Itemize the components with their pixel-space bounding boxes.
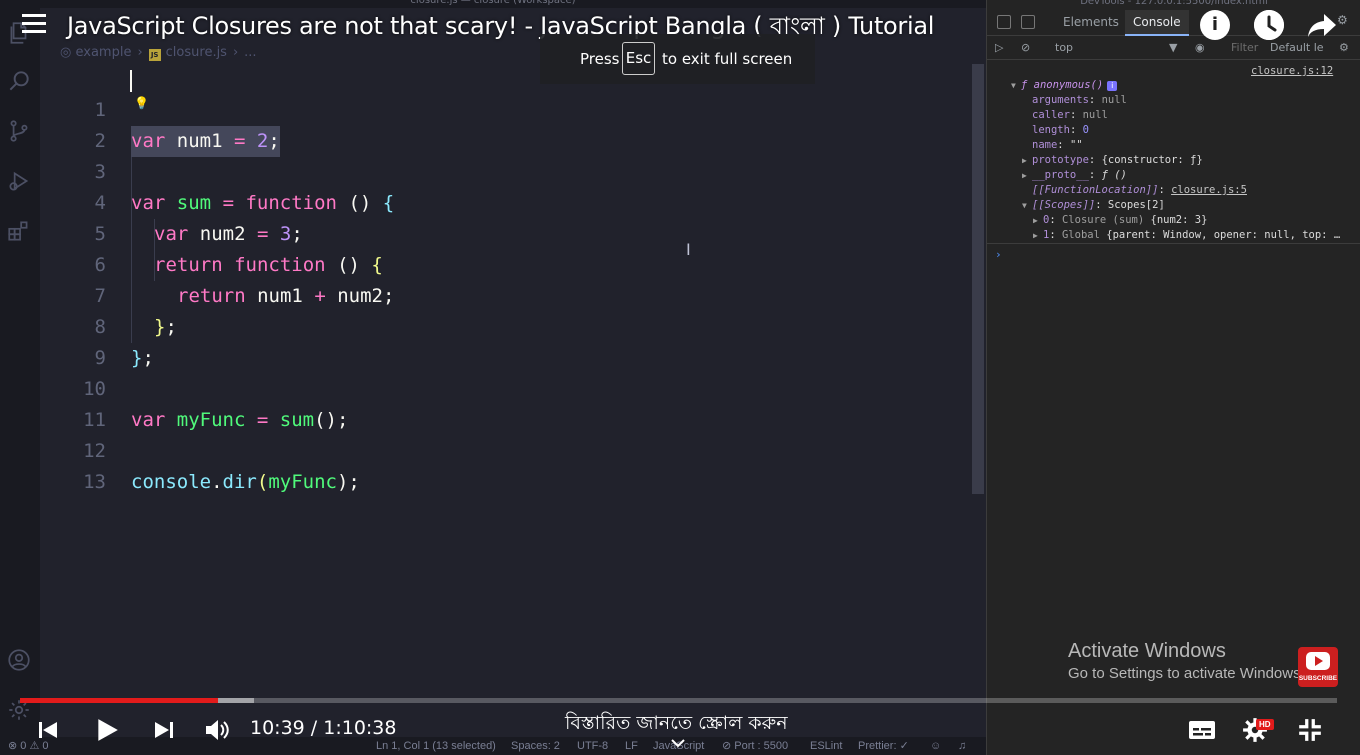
expand-triangle-icon[interactable]: ▼	[1022, 198, 1032, 213]
code-text: console.dir(myFunc);	[131, 471, 360, 493]
progress-bar[interactable]	[20, 698, 1337, 703]
editor-scrollbar[interactable]	[972, 64, 984, 494]
code-line: 2	[40, 95, 970, 152]
time-display: 10:39 / 1:10:38	[250, 717, 397, 739]
code-line: 13	[40, 436, 970, 493]
tree-entry: [[FunctionLocation]]: closure.js:5	[1032, 184, 1247, 196]
code-line: 3 var sum = function () {	[40, 126, 970, 214]
code-line: 9	[40, 312, 970, 369]
esc-key: Esc	[622, 42, 655, 75]
extensions-icon[interactable]	[6, 218, 32, 244]
tree-entry[interactable]: ▶ __proto__: ƒ ()	[1022, 168, 1127, 183]
share-icon[interactable]	[1306, 10, 1338, 40]
source-control-icon[interactable]	[6, 118, 32, 144]
code-line: 10 var myFunc = sum();	[40, 343, 970, 431]
expand-triangle-icon[interactable]: ▼	[1011, 78, 1021, 93]
function-location-link[interactable]: closure.js:5	[1171, 184, 1247, 196]
vscode-window: closure.js — closure (Workspace) ◎ examp…	[0, 0, 986, 755]
run-debug-icon[interactable]	[6, 168, 32, 194]
progress-played	[20, 698, 218, 703]
activity-bar	[0, 0, 40, 755]
lightbulb-icon[interactable]: 💡	[134, 96, 149, 110]
expand-triangle-icon[interactable]: ▶	[1022, 168, 1032, 183]
menu-icon[interactable]	[22, 14, 46, 36]
text-cursor	[130, 70, 132, 92]
info-badge-icon[interactable]: i	[1107, 81, 1118, 91]
activate-windows-watermark: Activate Windows Go to Settings to activ…	[1068, 640, 1305, 682]
tree-entry: length: 0	[1032, 124, 1089, 136]
youtube-logo-icon	[1306, 652, 1330, 670]
tree-root[interactable]: ▼ ƒ anonymous() i	[1011, 78, 1118, 93]
expand-triangle-icon[interactable]: ▶	[1022, 153, 1032, 168]
divider	[987, 243, 1360, 244]
exit-fullscreen-icon[interactable]	[1297, 715, 1323, 745]
subscribe-watermark-button[interactable]: SUBSCRIBE	[1298, 647, 1338, 687]
volume-icon[interactable]	[204, 715, 230, 745]
info-icon[interactable]: i	[1200, 10, 1230, 40]
expand-triangle-icon[interactable]: ▶	[1033, 228, 1043, 243]
fullscreen-toast: Press Esc to exit full screen	[540, 34, 815, 84]
source-link[interactable]: closure.js:12	[1251, 64, 1333, 79]
tree-entry[interactable]: ▶ prototype: {constructor: ƒ}	[1022, 153, 1203, 168]
mouse-ibeam-cursor-icon: I	[686, 240, 691, 259]
code-line: 11	[40, 374, 970, 431]
code-line: 7 };	[40, 250, 970, 338]
search-icon[interactable]	[6, 68, 32, 94]
tree-entry: arguments: null	[1032, 94, 1127, 106]
code-line: 6 return num1 + num2;	[40, 219, 970, 307]
code-editor[interactable]: 1 var num1 = 2; 2 💡 3 var sum = function…	[40, 64, 975, 694]
code-line: 5 return function () {	[40, 188, 970, 276]
console-prompt[interactable]: ›	[995, 248, 1002, 261]
play-icon[interactable]	[94, 715, 120, 745]
toast-text-after: to exit full screen	[662, 50, 793, 68]
watermark-line-1: Activate Windows	[1068, 640, 1226, 662]
tree-entry[interactable]: ▶ 1: Global {parent: Window, opener: null…	[1033, 228, 1340, 243]
code-line: 12 console.dir(myFunc);	[40, 405, 970, 493]
js-file-icon: JS	[148, 49, 161, 61]
previous-icon[interactable]	[36, 715, 60, 745]
account-icon[interactable]	[6, 647, 32, 673]
expand-triangle-icon[interactable]: ▶	[1033, 213, 1043, 228]
tree-entry: name: ""	[1032, 139, 1083, 151]
chevron-down-icon[interactable]	[671, 733, 685, 748]
next-icon[interactable]	[152, 715, 176, 745]
clock-icon[interactable]	[1254, 10, 1284, 40]
subscribe-label: SUBSCRIBE	[1298, 675, 1338, 682]
tree-entry[interactable]: ▶ 0: Closure (sum) {num2: 3}	[1033, 213, 1207, 228]
player-controls: 10:39 / 1:10:38 বিস্তারিত জানতে স্ক্রোল …	[0, 705, 1360, 755]
tree-entry: caller: null	[1032, 109, 1108, 121]
toast-text-before: Press	[580, 50, 620, 68]
tree-entry[interactable]: ▼ [[Scopes]]: Scopes[2]	[1022, 198, 1165, 213]
hd-badge: HD	[1256, 719, 1274, 730]
code-line: 4 var num2 = 3;	[40, 157, 970, 245]
subtitles-icon[interactable]	[1188, 715, 1216, 745]
code-line: 1 var num1 = 2;	[40, 64, 970, 157]
line-number: 13	[83, 471, 106, 493]
code-line: 8 };	[40, 281, 970, 369]
watermark-line-2: Go to Settings to activate Windows.	[1068, 665, 1305, 682]
